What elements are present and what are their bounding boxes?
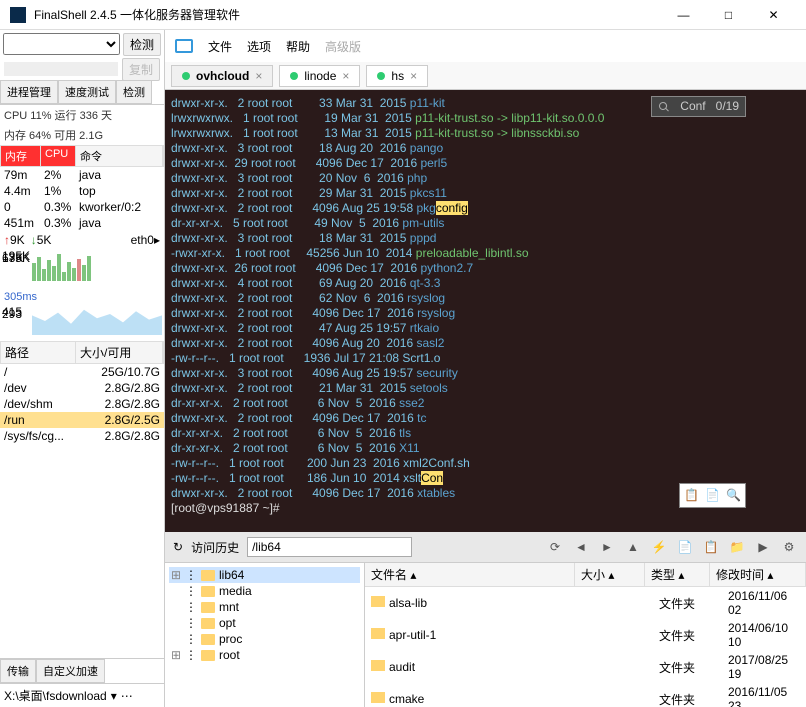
blurred-text	[4, 62, 118, 76]
file-row[interactable]: audit文件夹2017/08/25 19	[365, 651, 806, 683]
latency-sparkline: 415 293	[0, 305, 164, 341]
folder2-icon[interactable]: 📁	[728, 538, 746, 556]
search-icon[interactable]: 🔍	[726, 488, 741, 503]
copy-button[interactable]: 复制	[122, 58, 160, 81]
latency: 305ms	[0, 289, 164, 305]
search-query: Conf	[680, 99, 705, 114]
bottom-tab[interactable]: 自定义加速	[36, 659, 105, 683]
doc1-icon[interactable]: 📄	[676, 538, 694, 556]
back-icon[interactable]: ◄	[572, 538, 590, 556]
host-select[interactable]	[3, 33, 120, 55]
tree-item[interactable]: ⊞⋮root	[169, 647, 360, 663]
paste-icon[interactable]: 📄	[705, 488, 720, 503]
menu-file[interactable]: 文件	[208, 38, 232, 55]
bottom-tab[interactable]: 传输	[0, 659, 36, 683]
tree-item[interactable]: ⋮media	[169, 583, 360, 599]
sidebar-tab[interactable]: 速度测试	[58, 80, 116, 104]
remote-tree[interactable]: ⊞⋮lib64⋮media⋮mnt⋮opt⋮proc⊞⋮root	[165, 563, 365, 707]
more-icon[interactable]: ⋯	[121, 689, 133, 703]
disk-row[interactable]: /sys/fs/cg...2.8G/2.8G	[0, 428, 164, 444]
terminal-toolbar: ↻ 访问历史 ⟳ ◄ ► ▲ ⚡ 📄 📋 📁 ▶ ⚙	[165, 532, 806, 562]
fwd-icon[interactable]: ►	[598, 538, 616, 556]
disk-row[interactable]: /25G/10.7G	[0, 364, 164, 380]
search-box[interactable]: Conf 0/19	[651, 96, 746, 117]
up-icon[interactable]: ▲	[624, 538, 642, 556]
close-tab-icon[interactable]: ×	[255, 69, 262, 83]
file-row[interactable]: alsa-lib文件夹2016/11/06 02	[365, 587, 806, 619]
bolt-icon[interactable]: ⚡	[650, 538, 668, 556]
tree-item[interactable]: ⊞⋮lib64	[169, 567, 360, 583]
window-title: FinalShell 2.4.5 一体化服务器管理软件	[34, 6, 661, 23]
process-row[interactable]: 00.3%kworker/0:2	[0, 199, 164, 215]
play-icon[interactable]: ▶	[754, 538, 772, 556]
folder-icon[interactable]	[175, 39, 193, 53]
disk-row[interactable]: /dev2.8G/2.8G	[0, 380, 164, 396]
process-row[interactable]: 79m2%java	[0, 167, 164, 183]
menu-help[interactable]: 帮助	[286, 38, 310, 55]
history-icon[interactable]: ↻	[173, 540, 183, 554]
menu-premium[interactable]: 高级版	[325, 38, 361, 55]
mem-stat: 内存 64% 可用 2.1G	[0, 125, 164, 145]
doc2-icon[interactable]: 📋	[702, 538, 720, 556]
disk-row[interactable]: /run2.8G/2.5G	[0, 412, 164, 428]
refresh-icon[interactable]: ⟳	[546, 538, 564, 556]
process-row[interactable]: 451m0.3%java	[0, 215, 164, 231]
tree-item[interactable]: ⋮mnt	[169, 599, 360, 615]
path-input[interactable]	[247, 537, 412, 557]
terminal-tab[interactable]: hs×	[366, 65, 428, 87]
file-row[interactable]: apr-util-1文件夹2014/06/10 10	[365, 619, 806, 651]
sidebar: 检测 复制 进程管理速度测试检测 CPU 11% 运行 336 天 内存 64%…	[0, 30, 165, 707]
cpu-stat: CPU 11% 运行 336 天	[0, 105, 164, 125]
process-row[interactable]: 4.4m1%top	[0, 183, 164, 199]
file-list[interactable]: 文件名 ▴大小 ▴类型 ▴修改时间 ▴ alsa-lib文件夹2016/11/0…	[365, 563, 806, 707]
copy-icon[interactable]: 📋	[684, 488, 699, 503]
search-count: 0/19	[716, 99, 739, 114]
detect-button[interactable]: 检测	[123, 33, 161, 56]
chevron-down-icon[interactable]: ▾	[111, 689, 117, 703]
terminal-tab[interactable]: ovhcloud×	[171, 65, 273, 87]
network-sparkline: 195K 135K 67K	[0, 249, 164, 289]
close-button[interactable]: ✕	[751, 0, 796, 30]
local-path[interactable]: X:\桌面\fsdownload	[4, 687, 107, 704]
disk-row[interactable]: /dev/shm2.8G/2.8G	[0, 396, 164, 412]
file-row[interactable]: cmake文件夹2016/11/05 23	[365, 683, 806, 707]
gear-icon[interactable]: ⚙	[780, 538, 798, 556]
close-tab-icon[interactable]: ×	[410, 69, 417, 83]
sidebar-tab[interactable]: 检测	[116, 80, 152, 104]
clipboard-toolbar: 📋 📄 🔍	[679, 483, 746, 508]
maximize-button[interactable]: □	[706, 0, 751, 30]
app-icon	[10, 7, 26, 23]
terminal[interactable]: Conf 0/19 📋 📄 🔍 drwxr-xr-x. 2 root root …	[165, 90, 806, 532]
menu-options[interactable]: 选项	[247, 38, 271, 55]
close-tab-icon[interactable]: ×	[342, 69, 349, 83]
titlebar: FinalShell 2.4.5 一体化服务器管理软件 — □ ✕	[0, 0, 806, 30]
history-label[interactable]: 访问历史	[191, 539, 239, 556]
sidebar-tab[interactable]: 进程管理	[0, 80, 58, 104]
network-row: ↑9K ↓5K eth0▸	[0, 231, 164, 249]
menubar: 文件 选项 帮助 高级版	[165, 30, 806, 62]
tree-item[interactable]: ⋮opt	[169, 615, 360, 631]
terminal-tab[interactable]: linode×	[279, 65, 360, 87]
minimize-button[interactable]: —	[661, 0, 706, 30]
tree-item[interactable]: ⋮proc	[169, 631, 360, 647]
